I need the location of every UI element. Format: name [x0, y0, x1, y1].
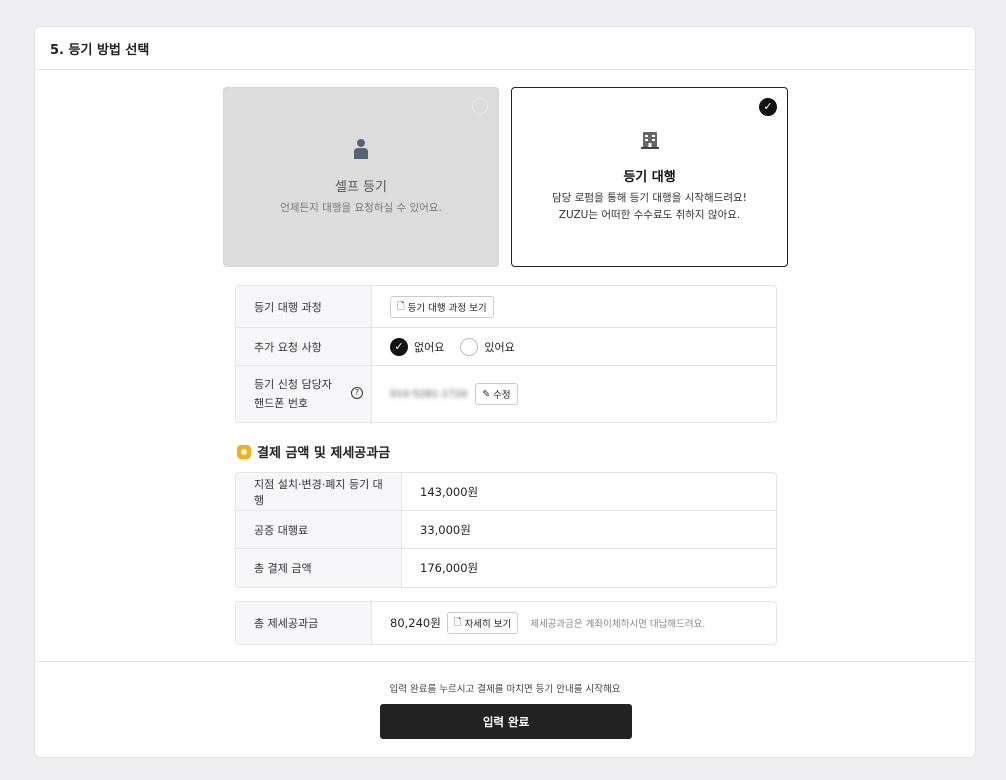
table-row: 총 결제 금액 176,000원 — [236, 549, 776, 587]
document-icon: 🗋 — [453, 617, 462, 628]
person-icon — [224, 138, 498, 160]
registration-method-card: 5. 등기 방법 선택 셀프 등기 언제든지 대행을 요청하실 수 있어요. ✓ — [34, 26, 976, 758]
agent-option-description-line1: 담당 로펌을 통해 등기 대행을 시작해드려요! — [552, 192, 747, 204]
radio-yes[interactable] — [460, 337, 479, 356]
table-row: 등기 대행 과정 🗋 등기 대행 과정 보기 — [236, 286, 776, 328]
building-icon — [512, 130, 787, 150]
tax-note: 제세공과금은 계좌이체하시면 대납해드려요. — [530, 619, 706, 630]
view-process-label: 등기 대행 과정 보기 — [407, 302, 487, 314]
tax-table: 총 제세공과금 80,240원 🗋 자세히 보기 제세공과금은 계좌이체하시면 … — [235, 601, 777, 645]
table-row: 지점 설치·변경·폐지 등기 대행 143,000원 — [236, 473, 776, 511]
agent-registration-option[interactable]: ✓ 등기 대행 담당 로펌을 통해 등기 대행을 시작해드려요! ZUZU는 어… — [511, 87, 788, 267]
table-row: 총 제세공과금 80,240원 🗋 자세히 보기 제세공과금은 계좌이체하시면 … — [236, 602, 776, 644]
agent-option-title: 등기 대행 — [623, 170, 676, 185]
phone-label-line1: 등기 신청 담당자 — [254, 378, 332, 391]
agent-option-description-line2: ZUZU는 어떠한 수수료도 취하지 않아요. — [558, 209, 741, 221]
payment-row-label: 총 결제 금액 — [236, 549, 402, 587]
option-yes-label: 있어요 — [484, 340, 515, 354]
tax-value: 80,240원 — [390, 616, 441, 630]
payment-table: 지점 설치·변경·폐지 등기 대행 143,000원 공증 대행료 33,000… — [235, 472, 777, 588]
tax-detail-label: 자세히 보기 — [464, 619, 512, 630]
view-process-button[interactable]: 🗋 등기 대행 과정 보기 — [390, 295, 494, 318]
table-row: 추가 요청 사항 ✓ 없어요 있어요 — [236, 328, 776, 366]
payment-heading: 결제 금액 및 제세공과금 — [237, 442, 390, 461]
submit-button[interactable]: 입력 완료 — [380, 704, 632, 739]
tax-detail-button[interactable]: 🗋 자세히 보기 — [446, 612, 519, 634]
self-option-description: 언제든지 대행을 요청하실 수 있어요. — [280, 202, 442, 214]
phone-label-line2: 핸드폰 번호 — [254, 397, 309, 410]
payment-title: 결제 금액 및 제세공과금 — [257, 446, 391, 461]
edit-label: 수정 — [493, 390, 511, 401]
payment-row-label: 공증 대행료 — [236, 511, 402, 548]
check-circle-icon[interactable]: ✓ — [759, 98, 777, 116]
section-title: 5. 등기 방법 선택 — [35, 27, 975, 70]
table-row: 등기 신청 담당자 핸드폰 번호 ? 010-5281-1720 ✎ 수정 — [236, 366, 776, 422]
process-label: 등기 대행 과정 — [236, 286, 372, 327]
payment-row-value: 33,000원 — [420, 522, 471, 537]
footer-divider — [35, 661, 975, 662]
pencil-icon: ✎ — [482, 388, 491, 400]
phone-number: 010-5281-1720 — [390, 388, 468, 400]
process-info-table: 등기 대행 과정 🗋 등기 대행 과정 보기 추가 요청 사항 ✓ 없어요 있어… — [235, 285, 777, 423]
payment-row-value: 143,000원 — [420, 484, 479, 499]
table-row: 공증 대행료 33,000원 — [236, 511, 776, 549]
money-bag-icon — [237, 444, 251, 459]
extra-request-label: 추가 요청 사항 — [236, 328, 372, 365]
radio-unselected[interactable] — [472, 98, 488, 114]
option-no-label: 없어요 — [414, 340, 445, 354]
self-option-title: 셀프 등기 — [335, 180, 387, 195]
radio-no-selected[interactable]: ✓ — [390, 337, 408, 356]
payment-row-label: 지점 설치·변경·폐지 등기 대행 — [236, 473, 402, 510]
help-icon[interactable]: ? — [351, 387, 363, 399]
self-registration-option[interactable]: 셀프 등기 언제든지 대행을 요청하실 수 있어요. — [223, 87, 499, 267]
footer-note: 입력 완료를 누르시고 결제를 마치면 등기 안내를 시작해요 — [389, 684, 621, 695]
edit-phone-button[interactable]: ✎ 수정 — [475, 383, 518, 405]
tax-label: 총 제세공과금 — [236, 602, 372, 644]
payment-row-value: 176,000원 — [420, 561, 479, 575]
document-icon: 🗋 — [397, 300, 405, 312]
